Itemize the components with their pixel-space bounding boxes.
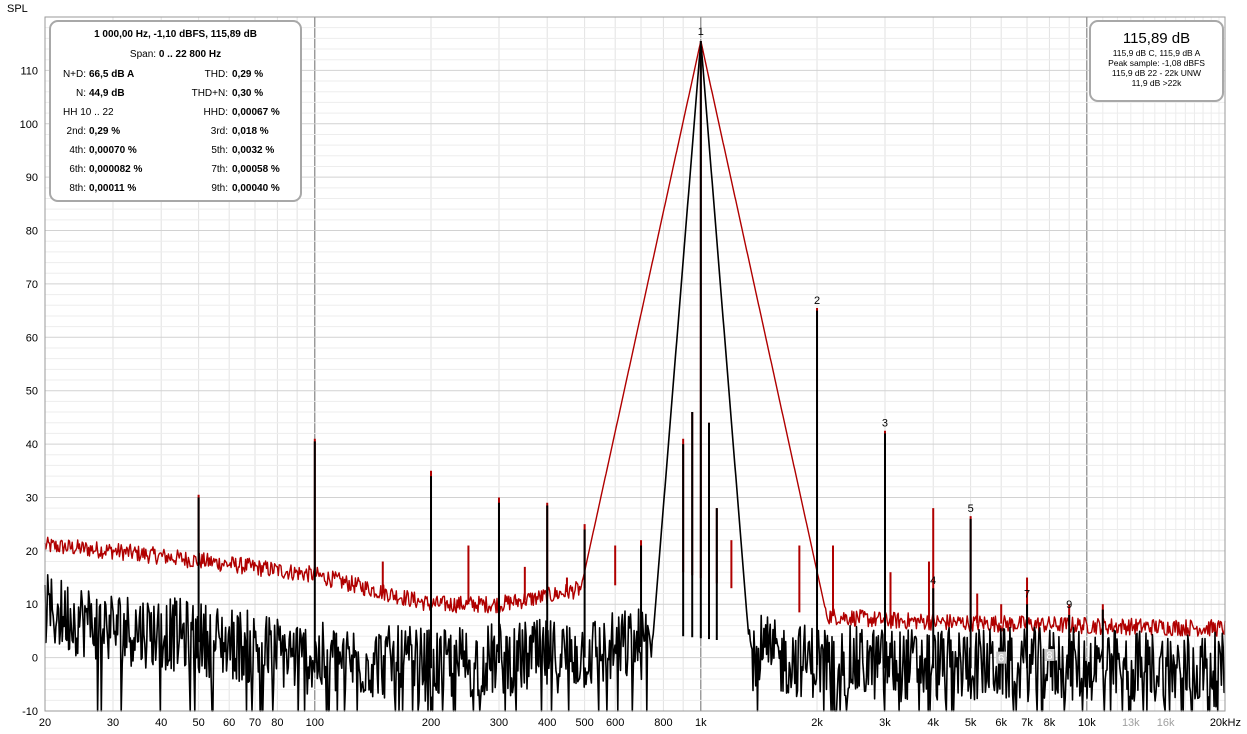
x-tick-label: 4k (927, 717, 939, 729)
harmonic-marker-label: 8 (1046, 650, 1052, 662)
row-label: 8th: (69, 183, 86, 194)
row-label: 7th: (211, 164, 228, 175)
row-value: 0,018 % (232, 126, 269, 137)
row-label: THD: (204, 69, 228, 80)
row-value: 0,00067 % (232, 107, 280, 118)
y-tick-label: 50 (26, 386, 38, 398)
y-tick-label: -10 (22, 706, 38, 718)
row-label: 2nd: (66, 126, 86, 137)
row-value: 0,000082 % (89, 164, 143, 175)
row-label: N: (76, 88, 86, 99)
x-tick-label: 50 (192, 717, 204, 729)
x-tick-label: 6k (995, 717, 1007, 729)
row-label: THD+N: (191, 88, 228, 99)
row-label: 5th: (211, 145, 228, 156)
row-label: HHD: (203, 107, 228, 118)
distortion-row: 6th: 0,000082 % 7th: 0,00058 % (51, 164, 300, 177)
y-tick-label: 90 (26, 172, 38, 184)
row-value: 0,00070 % (89, 145, 137, 156)
x-tick-label: 5k (965, 717, 977, 729)
level-panel: 115,89 dB 115,9 dB C, 115,9 dB A Peak sa… (1089, 20, 1224, 102)
harmonic-marker-label: 3 (882, 418, 888, 430)
span-readout: Span: 0 .. 22 800 Hz (51, 49, 300, 60)
row-value: 44,9 dB (89, 88, 125, 99)
x-tick-label: 500 (575, 717, 593, 729)
row-label: 9th: (211, 183, 228, 194)
row-label: 3rd: (210, 126, 228, 137)
y-tick-label: 100 (20, 119, 38, 131)
harmonic-marker-label: 1 (698, 26, 704, 38)
x-tick-label: 16k (1157, 717, 1175, 729)
y-tick-label: 70 (26, 279, 38, 291)
x-tick-label: 20kHz (1210, 717, 1241, 729)
fundamental-readout: 1 000,00 Hz, -1,10 dBFS, 115,89 dB (94, 29, 257, 40)
x-tick-label: 8k (1044, 717, 1056, 729)
level-above-22k: 11,9 dB >22k (1131, 78, 1182, 88)
span-label: Span: (129, 49, 157, 60)
distortion-row: HH 10 .. 22 HHD: 0,00067 % (51, 107, 300, 120)
x-tick-label: 60 (223, 717, 235, 729)
distortion-info-panel: 1 000,00 Hz, -1,10 dBFS, 115,89 dB Span:… (49, 20, 302, 202)
x-tick-label: 20 (39, 717, 51, 729)
row-label: 6th: (69, 164, 86, 175)
x-tick-label: 100 (306, 717, 324, 729)
y-tick-label: 30 (26, 492, 38, 504)
level-unweighted: 115,9 dB 22 - 22k UNW (1111, 68, 1202, 78)
x-tick-label: 800 (654, 717, 672, 729)
distortion-row: 4th: 0,00070 % 5th: 0,0032 % (51, 145, 300, 158)
x-tick-label: 13k (1122, 717, 1140, 729)
row-label: N+D: (62, 69, 86, 80)
row-value: 0,29 % (232, 69, 264, 80)
harmonic-marker-label: 7 (1024, 589, 1030, 601)
row-value: 0,30 % (232, 88, 264, 99)
harmonic-marker-label: 2 (814, 295, 820, 307)
distortion-row: 8th: 0,00011 % 9th: 0,00040 % (51, 183, 300, 196)
row-value: 0,00011 % (89, 183, 137, 194)
row-value: 0,0032 % (232, 145, 275, 156)
y-tick-label: 20 (26, 546, 38, 558)
y-tick-label: 40 (26, 439, 38, 451)
distortion-row: 2nd: 0,29 % 3rd: 0,018 % (51, 126, 300, 139)
row-value: 0,00058 % (232, 164, 280, 175)
x-tick-label: 2k (811, 717, 823, 729)
x-tick-label: 70 (249, 717, 261, 729)
x-tick-label: 1k (695, 717, 707, 729)
y-tick-label: 0 (32, 653, 38, 665)
peak-sample: Peak sample: -1,08 dBFS (1108, 58, 1205, 68)
x-tick-label: 10k (1078, 717, 1096, 729)
x-tick-label: 3k (879, 717, 891, 729)
span-value: 0 .. 22 800 Hz (158, 49, 222, 60)
y-axis-label: SPL (7, 3, 28, 15)
x-tick-label: 80 (271, 717, 283, 729)
row-value: 66,5 dB A (89, 69, 135, 80)
harmonic-marker-label: 6 (998, 653, 1004, 665)
row-value: 0,00040 % (232, 183, 280, 194)
x-tick-label: 7k (1021, 717, 1033, 729)
y-tick-label: 110 (20, 65, 38, 77)
distortion-row: N+D: 66,5 dB A THD: 0,29 % (51, 69, 300, 82)
x-tick-label: 200 (422, 717, 440, 729)
y-tick-label: 80 (26, 226, 38, 238)
level-value: 115,89 dB (1122, 30, 1191, 47)
row-label: HH 10 .. 22 (63, 107, 114, 118)
harmonic-marker-label: 5 (968, 503, 974, 515)
row-label: 4th: (69, 145, 86, 156)
x-tick-label: 40 (155, 717, 167, 729)
harmonic-marker-label: 4 (930, 575, 936, 587)
y-tick-label: 10 (26, 599, 38, 611)
x-tick-label: 400 (538, 717, 556, 729)
level-weighted: 115,9 dB C, 115,9 dB A (1112, 48, 1201, 58)
x-tick-label: 30 (107, 717, 119, 729)
y-tick-label: 60 (26, 332, 38, 344)
distortion-row: N: 44,9 dB THD+N: 0,30 % (51, 88, 300, 101)
x-tick-label: 600 (606, 717, 624, 729)
row-value: 0,29 % (89, 126, 121, 137)
x-tick-label: 300 (490, 717, 508, 729)
harmonic-marker-label: 9 (1066, 599, 1072, 611)
